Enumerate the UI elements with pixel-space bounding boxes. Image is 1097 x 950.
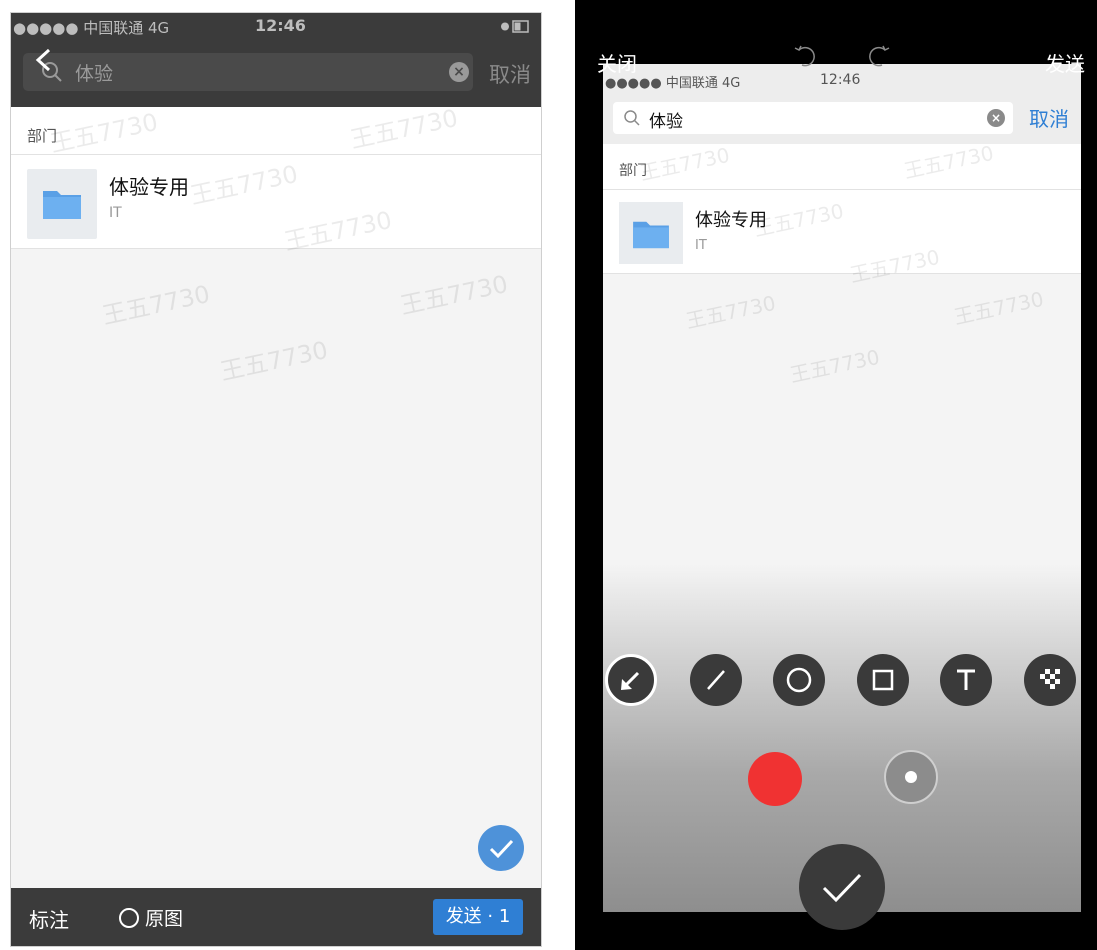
preview-search-field: 体验 × xyxy=(613,102,1013,134)
red-color-swatch[interactable] xyxy=(748,752,802,806)
folder-icon xyxy=(633,221,669,249)
editor-top-bar: 关闭 发送 xyxy=(575,0,1097,76)
clock: 12:46 xyxy=(255,16,306,35)
line-tool-button[interactable] xyxy=(690,654,742,706)
confirm-fab[interactable] xyxy=(478,825,524,871)
mosaic-tool-button[interactable] xyxy=(1024,654,1076,706)
section-header: 部门 xyxy=(11,107,541,155)
brush-size-dot xyxy=(905,771,917,783)
watermark: 王五7730 xyxy=(683,290,778,334)
arrow-icon xyxy=(621,671,640,690)
search-field[interactable]: 体验 × xyxy=(23,53,473,91)
annotate-button[interactable]: 标注 xyxy=(29,904,69,933)
preview-status-bar: ●●●●● 中国联通 4G 12:46 xyxy=(603,64,1081,94)
send-button[interactable]: 发送 · 1 xyxy=(433,899,523,935)
preview-list-item: 体验专用 IT xyxy=(603,190,1081,274)
close-button[interactable]: 关闭 xyxy=(597,48,637,77)
list-item[interactable]: 体验专用 IT xyxy=(11,155,541,249)
watermark: 王五7730 xyxy=(217,335,331,386)
preview-cancel-label: 取消 xyxy=(1029,107,1069,131)
circle-icon xyxy=(786,667,812,693)
watermark: 王五7730 xyxy=(787,344,882,388)
cancel-button[interactable]: 取消 xyxy=(489,59,531,89)
circle-tool-button[interactable] xyxy=(773,654,825,706)
clear-search-icon: × xyxy=(987,109,1005,127)
left-screen: ●●●●● 中国联通 4G 12:46 体验 × 取消 部门 体验专用 IT 王… xyxy=(10,12,542,947)
line-icon xyxy=(707,670,725,690)
battery-icon xyxy=(501,20,529,33)
bottom-toolbar: 标注 原图 发送 · 1 xyxy=(11,888,541,946)
original-image-label: 原图 xyxy=(145,908,184,930)
status-bar: ●●●●● 中国联通 4G 12:46 xyxy=(11,13,541,41)
preview-clock: 12:46 xyxy=(820,72,861,88)
brush-size-button[interactable] xyxy=(884,750,938,804)
preview-result-subtitle: IT xyxy=(695,238,707,253)
folder-thumbnail xyxy=(619,202,683,264)
rectangle-tool-button[interactable] xyxy=(857,654,909,706)
check-icon xyxy=(489,839,514,859)
rectangle-icon xyxy=(872,669,894,691)
search-icon xyxy=(624,110,640,126)
send-button[interactable]: 发送 xyxy=(1045,48,1085,77)
radio-icon xyxy=(119,908,139,928)
screenshot-canvas[interactable]: ●●●●● 中国联通 4G 12:46 体验 × 取消 部门 体验专用 IT 王… xyxy=(603,64,1081,912)
watermark: 王五7730 xyxy=(951,286,1046,330)
redo-icon[interactable] xyxy=(861,44,891,74)
annotation-editor: ●●●●● 中国联通 4G 12:46 体验 × 取消 部门 体验专用 IT 王… xyxy=(575,0,1097,950)
watermark: 王五7730 xyxy=(397,269,511,320)
section-label: 部门 xyxy=(27,127,58,145)
undo-icon[interactable] xyxy=(793,44,823,74)
preview-section-label: 部门 xyxy=(619,163,647,179)
arrow-tool-button[interactable] xyxy=(605,654,657,706)
result-name: 体验专用 xyxy=(109,175,189,199)
clear-search-icon[interactable]: × xyxy=(449,62,469,82)
folder-icon xyxy=(43,191,81,219)
carrier-label: ●●●●● 中国联通 4G xyxy=(13,19,170,37)
check-icon xyxy=(822,873,862,903)
watermark: 王五7730 xyxy=(99,279,213,330)
folder-thumbnail xyxy=(27,169,97,239)
confirm-button[interactable] xyxy=(799,844,885,930)
preview-section-header: 部门 xyxy=(603,144,1081,190)
text-tool-button[interactable] xyxy=(940,654,992,706)
back-arrow-icon[interactable] xyxy=(33,47,55,77)
search-header: 体验 × 取消 xyxy=(11,41,541,107)
result-subtitle: IT xyxy=(109,205,122,221)
original-image-toggle[interactable]: 原图 xyxy=(119,904,183,931)
preview-search-query: 体验 xyxy=(649,112,683,132)
preview-result-name: 体验专用 xyxy=(695,210,767,231)
mosaic-icon xyxy=(1040,669,1060,689)
search-query: 体验 xyxy=(75,63,114,85)
preview-search-header: 体验 × 取消 xyxy=(603,94,1081,144)
text-icon xyxy=(957,669,975,690)
